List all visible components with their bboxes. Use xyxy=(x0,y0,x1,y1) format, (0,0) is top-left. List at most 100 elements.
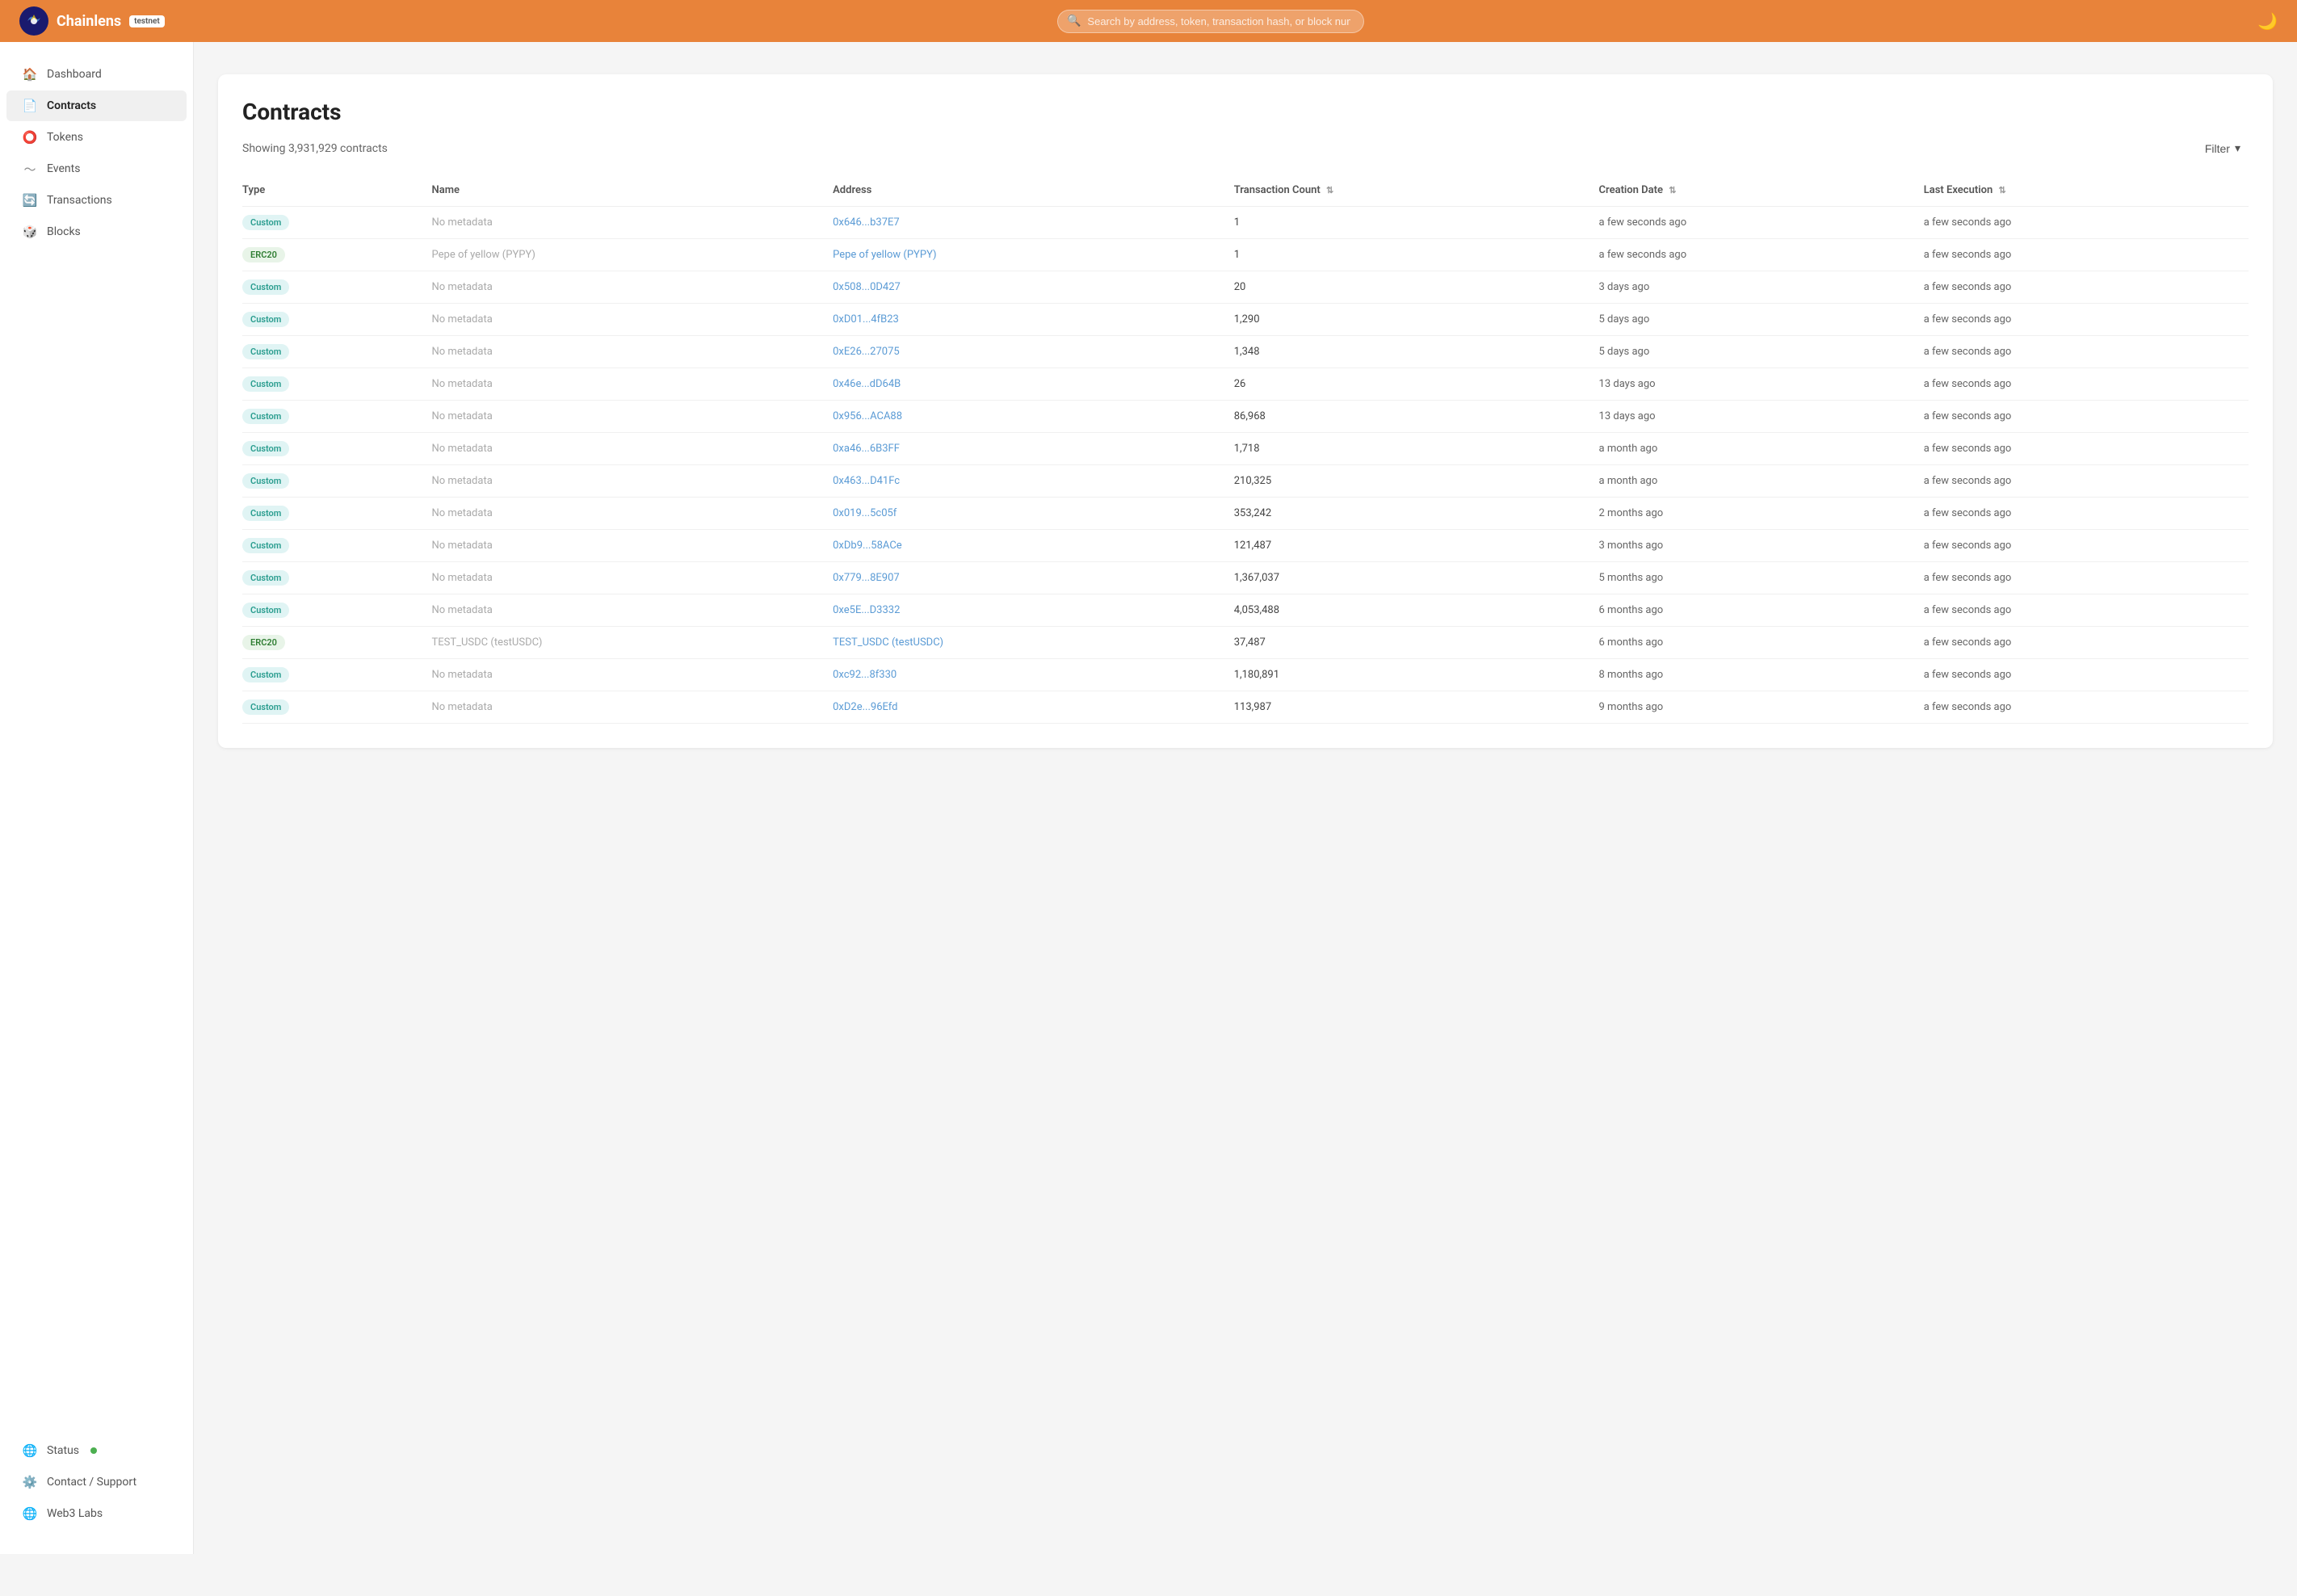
table-row: Custom No metadata 0x463...D41Fc 210,325… xyxy=(242,465,2249,498)
table-row: ERC20 TEST_USDC (testUSDC) TEST_USDC (te… xyxy=(242,627,2249,659)
cell-type: Custom xyxy=(242,465,432,498)
contract-address-link[interactable]: 0x463...D41Fc xyxy=(833,475,900,487)
search-input[interactable] xyxy=(1057,10,1364,33)
testnet-badge: testnet xyxy=(129,15,165,27)
cell-address: Pepe of yellow (PYPY) xyxy=(833,239,1234,271)
sidebar-item-dashboard[interactable]: 🏠 Dashboard xyxy=(6,59,187,90)
last-execution-value: a few seconds ago xyxy=(1924,701,2012,713)
contract-address-link[interactable]: 0x646...b37E7 xyxy=(833,216,900,229)
sidebar-item-contracts[interactable]: 📄 Contracts xyxy=(6,90,187,121)
type-badge: Custom xyxy=(242,603,289,618)
cell-address: 0xc92...8f330 xyxy=(833,659,1234,691)
cell-tx-count: 1,718 xyxy=(1234,433,1599,465)
contract-address-link[interactable]: TEST_USDC (testUSDC) xyxy=(833,636,943,649)
cell-tx-count: 4,053,488 xyxy=(1234,594,1599,627)
cell-type: Custom xyxy=(242,207,432,239)
cell-address: 0x46e...dD64B xyxy=(833,368,1234,401)
col-last-execution[interactable]: Last Execution ⇅ xyxy=(1924,178,2249,207)
type-badge: Custom xyxy=(242,312,289,327)
contract-address-link[interactable]: 0xE26...27075 xyxy=(833,346,900,358)
creation-date-value: a month ago xyxy=(1599,443,1658,455)
creation-date-value: 13 days ago xyxy=(1599,378,1656,390)
search-wrap: 🔍 xyxy=(1057,10,1364,33)
cell-address: 0xDb9...58ACe xyxy=(833,530,1234,562)
cell-type: Custom xyxy=(242,433,432,465)
cell-address: 0x508...0D427 xyxy=(833,271,1234,304)
sidebar-item-web3labs[interactable]: 🌐 Web3 Labs xyxy=(6,1498,187,1529)
contract-address-link[interactable]: 0xa46...6B3FF xyxy=(833,443,900,455)
sidebar-item-blocks[interactable]: 🎲 Blocks xyxy=(6,216,187,247)
filter-chevron-icon: ▾ xyxy=(2235,141,2240,155)
cell-name: No metadata xyxy=(432,594,834,627)
contract-name: No metadata xyxy=(432,313,493,326)
col-name: Name xyxy=(432,178,834,207)
sidebar-label-tokens: Tokens xyxy=(47,131,83,144)
cell-tx-count: 353,242 xyxy=(1234,498,1599,530)
type-badge: Custom xyxy=(242,215,289,230)
contract-address-link[interactable]: 0xc92...8f330 xyxy=(833,669,897,681)
tx-count-value: 1,718 xyxy=(1234,443,1260,455)
sort-icon-last-execution: ⇅ xyxy=(1998,185,2005,195)
contract-address-link[interactable]: 0x779...8E907 xyxy=(833,572,900,584)
col-tx-count[interactable]: Transaction Count ⇅ xyxy=(1234,178,1599,207)
sidebar: 🏠 Dashboard 📄 Contracts ⭕ Tokens 〜 Event… xyxy=(0,42,194,1554)
type-badge: Custom xyxy=(242,473,289,489)
filter-label: Filter xyxy=(2205,142,2230,155)
cell-last-execution: a few seconds ago xyxy=(1924,271,2249,304)
contract-address-link[interactable]: Pepe of yellow (PYPY) xyxy=(833,249,936,261)
table-head: Type Name Address Transaction Count ⇅ xyxy=(242,178,2249,207)
cell-creation-date: 9 months ago xyxy=(1599,691,1924,724)
cell-tx-count: 121,487 xyxy=(1234,530,1599,562)
creation-date-value: 2 months ago xyxy=(1599,507,1664,519)
contract-address-link[interactable]: 0xDb9...58ACe xyxy=(833,540,902,552)
tx-count-value: 1 xyxy=(1234,249,1240,261)
cell-type: ERC20 xyxy=(242,627,432,659)
sidebar-item-transactions[interactable]: 🔄 Transactions xyxy=(6,185,187,216)
subtitle-row: Showing 3,931,929 contracts Filter ▾ xyxy=(242,138,2249,158)
col-last-execution-label: Last Execution xyxy=(1924,184,1993,196)
cell-creation-date: a few seconds ago xyxy=(1599,239,1924,271)
type-badge: Custom xyxy=(242,279,289,295)
creation-date-value: 9 months ago xyxy=(1599,701,1664,713)
contract-address-link[interactable]: 0xD01...4fB23 xyxy=(833,313,899,326)
sidebar-item-support[interactable]: ⚙️ Contact / Support xyxy=(6,1467,187,1497)
cell-creation-date: a few seconds ago xyxy=(1599,207,1924,239)
blocks-icon: 🎲 xyxy=(23,225,37,239)
sidebar-item-tokens[interactable]: ⭕ Tokens xyxy=(6,122,187,153)
contract-address-link[interactable]: 0x46e...dD64B xyxy=(833,378,901,390)
cell-name: No metadata xyxy=(432,368,834,401)
last-execution-value: a few seconds ago xyxy=(1924,475,2012,487)
contract-name: TEST_USDC (testUSDC) xyxy=(432,636,543,649)
cell-tx-count: 1 xyxy=(1234,207,1599,239)
cell-creation-date: 13 days ago xyxy=(1599,368,1924,401)
filter-button[interactable]: Filter ▾ xyxy=(2197,138,2249,158)
last-execution-value: a few seconds ago xyxy=(1924,216,2012,229)
cell-last-execution: a few seconds ago xyxy=(1924,207,2249,239)
col-creation-date[interactable]: Creation Date ⇅ xyxy=(1599,178,1924,207)
sidebar-item-events[interactable]: 〜 Events xyxy=(6,153,187,184)
cell-type: Custom xyxy=(242,271,432,304)
cell-type: Custom xyxy=(242,304,432,336)
web3labs-icon: 🌐 xyxy=(23,1506,37,1521)
page-title: Contracts xyxy=(242,99,2249,125)
home-icon: 🏠 xyxy=(23,67,37,82)
status-indicator-dot xyxy=(90,1447,97,1454)
contract-address-link[interactable]: 0x956...ACA88 xyxy=(833,410,902,422)
last-execution-value: a few seconds ago xyxy=(1924,281,2012,293)
contract-address-link[interactable]: 0xD2e...96Efd xyxy=(833,701,897,713)
creation-date-value: 3 days ago xyxy=(1599,281,1650,293)
cell-type: Custom xyxy=(242,691,432,724)
tx-count-value: 353,242 xyxy=(1234,507,1271,519)
cell-last-execution: a few seconds ago xyxy=(1924,562,2249,594)
sidebar-item-status[interactable]: 🌐 Status xyxy=(6,1435,187,1466)
last-execution-value: a few seconds ago xyxy=(1924,410,2012,422)
cell-name: Pepe of yellow (PYPY) xyxy=(432,239,834,271)
contract-address-link[interactable]: 0x508...0D427 xyxy=(833,281,901,293)
cell-name: No metadata xyxy=(432,498,834,530)
cell-address: 0xe5E...D3332 xyxy=(833,594,1234,627)
contract-address-link[interactable]: 0xe5E...D3332 xyxy=(833,604,900,616)
creation-date-value: a few seconds ago xyxy=(1599,216,1687,229)
theme-toggle-icon[interactable]: 🌙 xyxy=(2257,11,2278,31)
type-badge: Custom xyxy=(242,376,289,392)
contract-address-link[interactable]: 0x019...5c05f xyxy=(833,507,897,519)
